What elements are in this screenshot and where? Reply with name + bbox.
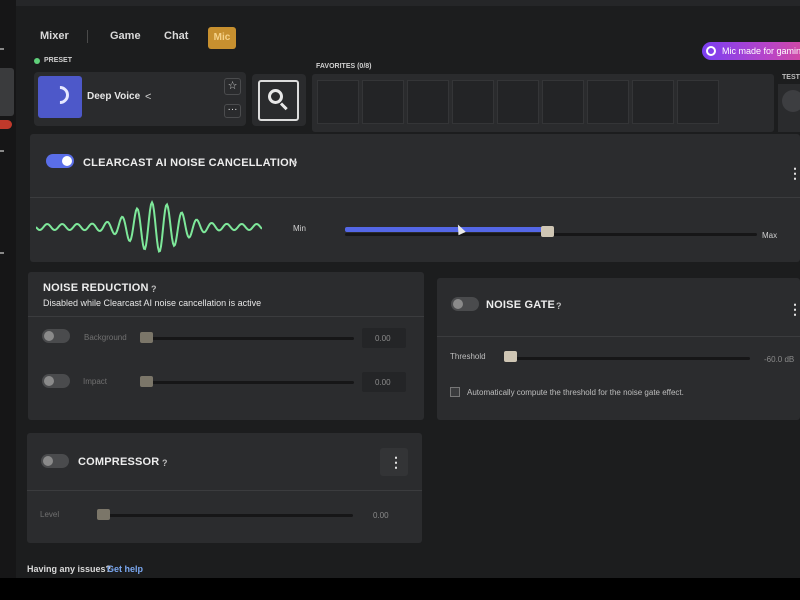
clearcast-slider-fill [345,227,547,232]
favorite-slot[interactable] [587,80,629,124]
help-question: Having any issues? [27,564,112,574]
background-toggle[interactable] [42,329,70,343]
get-help-link[interactable]: Get help [107,564,143,574]
favorite-slot[interactable] [632,80,674,124]
noise-reduction-divider [28,316,424,317]
noise-gate-help-icon[interactable]: ? [556,301,562,311]
threshold-label: Threshold [450,352,486,361]
sidebar-marker [0,150,4,152]
noise-reduction-title: NOISE REDUCTION [43,282,149,294]
noise-reduction-subtitle: Disabled while Clearcast AI noise cancel… [43,298,262,308]
background-slider-track[interactable] [140,337,354,340]
compressor-card [27,433,422,543]
favorite-slot[interactable] [407,80,449,124]
test-button[interactable] [782,90,800,112]
compressor-level-slider-track[interactable] [97,514,353,517]
clearcast-slider-thumb[interactable] [541,226,554,237]
impact-label: Impact [83,377,108,386]
toggle-knob [44,376,54,386]
clearcast-title: CLEARCAST AI NOISE CANCELLATION [83,157,297,169]
threshold-slider-thumb[interactable] [504,351,517,362]
threshold-slider-track[interactable] [504,357,750,360]
tab-game[interactable]: Game [110,30,141,42]
noise-gate-divider [437,336,800,337]
favorite-slot[interactable] [452,80,494,124]
auto-threshold-checkbox[interactable] [450,387,460,397]
sidebar-marker [0,48,4,50]
tab-mixer[interactable]: Mixer [40,30,69,42]
search-icon [268,89,283,104]
favorite-slot[interactable] [677,80,719,124]
noise-gate-menu-icon[interactable]: ⋮ [788,302,800,316]
tab-divider [87,30,88,43]
compressor-level-slider-thumb[interactable] [97,509,110,520]
threshold-value: -60.0 dB [764,355,795,364]
toggle-knob [62,156,72,166]
screen-bezel [0,578,800,600]
waveform-graphic [36,200,262,253]
impact-toggle[interactable] [42,374,70,388]
clearcast-toggle[interactable] [46,154,74,168]
top-bar [16,0,800,6]
toggle-knob [43,456,53,466]
clearcast-menu-icon[interactable]: ⋮ [788,166,800,180]
impact-slider-thumb[interactable] [140,376,153,387]
noise-gate-title: NOISE GATE [486,299,556,311]
favorite-slot[interactable] [497,80,539,124]
steelseries-logo-icon [706,46,716,56]
favorite-slot[interactable] [542,80,584,124]
favorites-label: FAVORITES (0/8) [316,63,372,70]
compressor-title: COMPRESSOR [78,456,160,468]
favorite-slot[interactable] [317,80,359,124]
preset-status-dot [34,58,40,64]
impact-value: 0.00 [375,378,391,387]
sidebar-status-badge [0,120,12,129]
favorite-slot[interactable] [362,80,404,124]
tab-mic[interactable]: Mic [208,27,236,49]
clearcast-help-icon[interactable]: ? [292,159,298,169]
preset-section-label: PRESET [44,57,73,64]
compressor-divider [27,490,422,491]
background-slider-thumb[interactable] [140,332,153,343]
clearcast-min-label: Min [293,224,306,233]
mic-promo-pill[interactable]: Mic made for gaming [702,42,800,60]
toggle-knob [453,299,463,309]
toggle-knob [44,331,54,341]
compressor-menu-icon[interactable]: ⋮ [389,455,403,469]
tab-chat[interactable]: Chat [164,30,188,42]
compressor-level-label: Level [40,510,60,519]
clearcast-max-label: Max [762,231,778,240]
impact-slider-track[interactable] [140,381,354,384]
clearcast-divider [30,197,800,198]
share-icon[interactable]: < [145,91,151,103]
preset-more-button[interactable]: ··· [224,104,241,118]
favorite-star-icon[interactable]: ☆ [224,78,241,95]
compressor-toggle[interactable] [41,454,69,468]
preset-name: Deep Voice [87,91,141,102]
compressor-help-icon[interactable]: ? [162,458,168,468]
noise-reduction-help-icon[interactable]: ? [151,284,157,294]
background-value: 0.00 [375,334,391,343]
compressor-level-value: 0.00 [373,511,389,520]
sidebar-device-tile[interactable] [0,68,14,116]
background-label: Background [84,333,127,342]
sidebar-marker [0,252,4,254]
test-label: TEST [782,74,800,81]
noise-gate-toggle[interactable] [451,297,479,311]
auto-threshold-label: Automatically compute the threshold for … [467,388,684,397]
